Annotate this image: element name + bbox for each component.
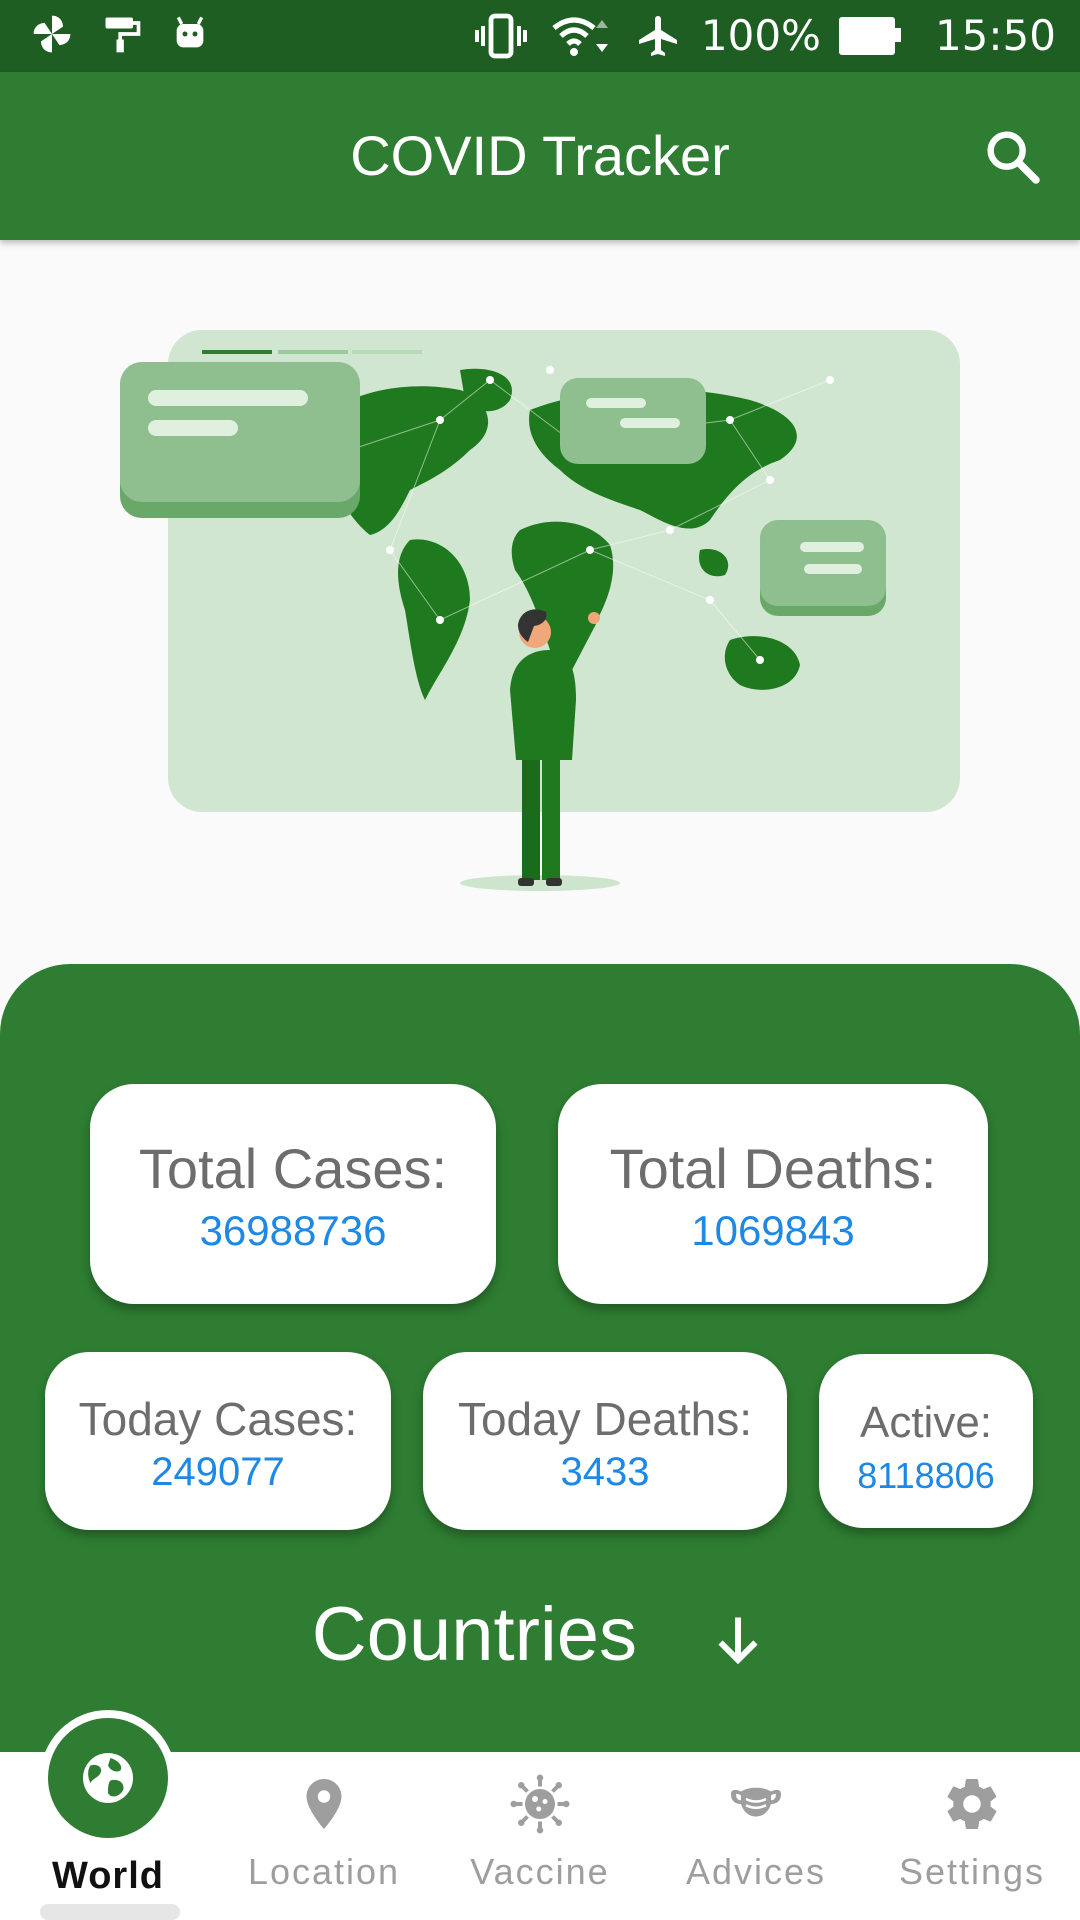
battery-icon (838, 17, 901, 55)
nav-vaccine-label: Vaccine (470, 1851, 610, 1892)
nav-advices[interactable]: Advices (648, 1752, 864, 1920)
active-label: Active: (859, 1398, 993, 1447)
pinwheel-icon (33, 15, 71, 53)
arrow-down-icon (718, 1617, 758, 1665)
total-cases-card: Total Cases: 36988736 (90, 1084, 496, 1304)
total-deaths-card: Total Deaths: 1069843 (558, 1084, 988, 1304)
globe-icon (83, 1753, 133, 1803)
search-button[interactable] (980, 124, 1044, 188)
bottom-navigation: World Location Vaccine Advices Settings (0, 1710, 1080, 1920)
nav-location[interactable]: Location (216, 1752, 432, 1920)
mask-icon (731, 1787, 781, 1817)
status-bar: 100% 15:50 (0, 0, 1080, 72)
app-bar: COVID Tracker (0, 72, 1080, 240)
nav-settings[interactable]: Settings (864, 1752, 1080, 1920)
clock: 15:50 (934, 11, 1056, 60)
today-deaths-value: 3433 (560, 1450, 650, 1494)
nav-location-label: Location (247, 1851, 401, 1892)
paint-roller-icon (105, 17, 141, 53)
virus-icon (510, 1774, 570, 1834)
countries-button[interactable]: Countries (0, 1590, 1080, 1680)
android-icon (176, 16, 204, 48)
battery-percent: 100% (700, 11, 821, 60)
countries-label: Countries (311, 1592, 638, 1677)
nav-world[interactable]: World (0, 1710, 216, 1920)
active-value: 8118806 (857, 1455, 995, 1496)
wifi-icon (552, 17, 608, 56)
today-deaths-card: Today Deaths: 3433 (423, 1352, 787, 1530)
total-deaths-value: 1069843 (691, 1207, 855, 1254)
today-cases-card: Today Cases: 249077 (45, 1352, 391, 1530)
total-deaths-label: Total Deaths: (609, 1137, 937, 1200)
location-pin-icon (306, 1779, 342, 1829)
airplane-icon (638, 16, 677, 56)
nav-settings-label: Settings (898, 1851, 1046, 1892)
active-card: Active: 8118806 (819, 1354, 1033, 1528)
world-map-illustration (120, 330, 960, 891)
nav-vaccine[interactable]: Vaccine (432, 1752, 648, 1920)
today-deaths-label: Today Deaths: (457, 1393, 753, 1445)
home-indicator (40, 1904, 180, 1920)
today-cases-label: Today Cases: (78, 1393, 358, 1445)
vibrate-icon (474, 13, 527, 59)
total-cases-label: Total Cases: (138, 1137, 448, 1200)
nav-advices-label: Advices (685, 1851, 827, 1892)
search-icon (987, 131, 1040, 184)
page-title: COVID Tracker (350, 124, 730, 187)
total-cases-value: 36988736 (199, 1207, 387, 1254)
today-cases-value: 249077 (151, 1450, 285, 1494)
nav-world-label: World (52, 1855, 164, 1897)
world-bubble (40, 1710, 176, 1846)
gear-icon (947, 1779, 997, 1830)
